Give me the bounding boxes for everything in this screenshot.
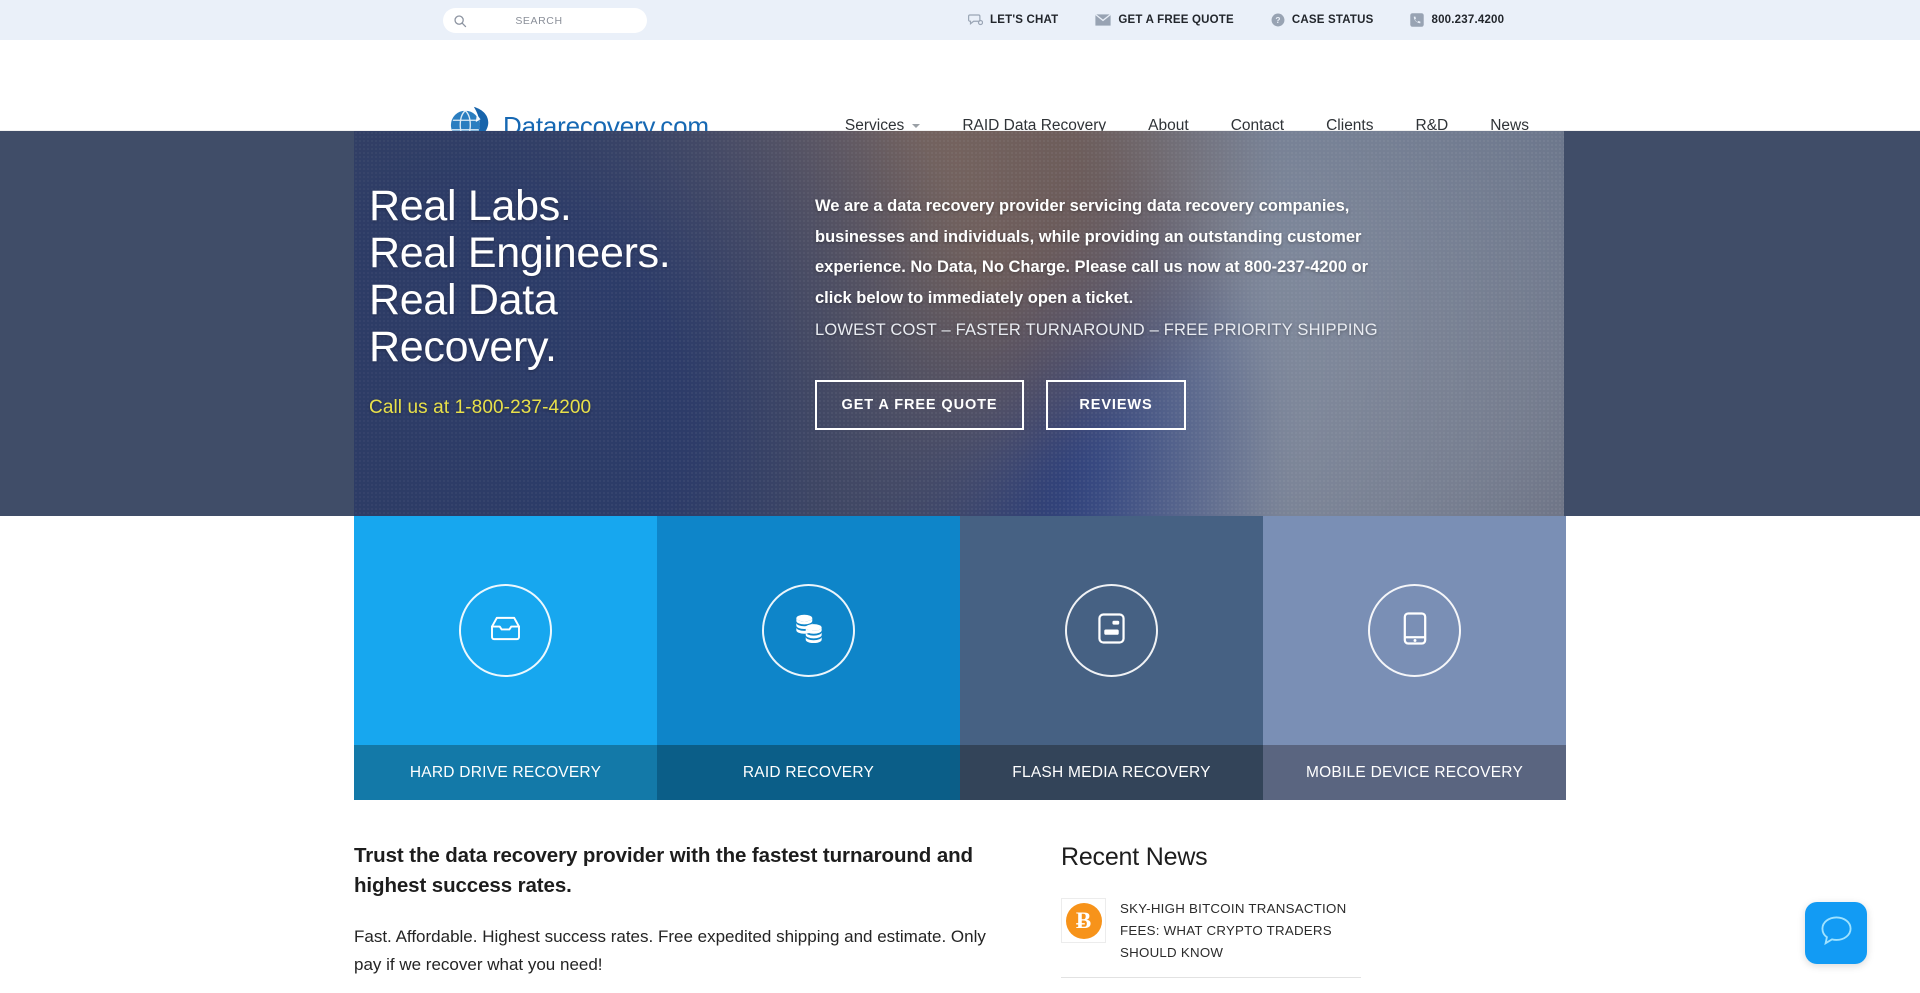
utility-link-case-status[interactable]: ? CASE STATUS — [1271, 13, 1374, 27]
hero-right-column: We are a data recovery provider servicin… — [815, 183, 1415, 430]
chevron-down-icon — [912, 124, 921, 128]
service-tile-mobile-device-recovery[interactable]: MOBILE DEVICE RECOVERY — [1263, 516, 1566, 800]
hero-title: Real Labs. Real Engineers. Real Data Rec… — [369, 183, 815, 371]
service-tiles-band: HARD DRIVE RECOVERY RAID RECOVERY FLASH … — [0, 516, 1920, 800]
phone-icon — [1410, 13, 1425, 27]
hero-button-group: GET A FREE QUOTE REVIEWS — [815, 380, 1415, 430]
icon-circle — [1065, 584, 1158, 677]
service-tile-label: MOBILE DEVICE RECOVERY — [1263, 745, 1566, 800]
get-a-free-quote-button[interactable]: GET A FREE QUOTE — [815, 380, 1024, 430]
service-tile-flash-media-recovery[interactable]: FLASH MEDIA RECOVERY — [960, 516, 1263, 800]
flash-card-icon — [1098, 612, 1125, 649]
hero-title-line: Real Data — [369, 276, 558, 324]
svg-text:?: ? — [1275, 15, 1280, 25]
hero-phone-line[interactable]: Call us at 1-800-237-4200 — [369, 397, 815, 419]
news-title: SKY-HIGH BITCOIN TRANSACTION FEES: WHAT … — [1120, 901, 1347, 960]
hero-title-line: Recovery. — [369, 323, 557, 371]
search-box[interactable] — [443, 8, 647, 33]
utility-link-label: CASE STATUS — [1291, 14, 1374, 26]
list-item[interactable]: Ƀ SKY-HIGH BITCOIN TRANSACTION FEES: WHA… — [1061, 898, 1361, 978]
chat-widget-button[interactable] — [1805, 902, 1867, 964]
hard-drive-tray-icon — [490, 615, 521, 647]
service-tile-label: FLASH MEDIA RECOVERY — [960, 745, 1263, 800]
icon-circle — [459, 584, 552, 677]
hero-banner: Real Labs. Real Engineers. Real Data Rec… — [0, 131, 1920, 516]
stacked-disks-icon — [793, 613, 825, 648]
utility-bar: LET'S CHAT GET A FREE QUOTE ? CASE STATU… — [0, 0, 1920, 40]
content-paragraph: Fast. Affordable. Highest success rates.… — [354, 927, 986, 974]
utility-links: LET'S CHAT GET A FREE QUOTE ? CASE STATU… — [968, 0, 1504, 40]
reviews-button[interactable]: REVIEWS — [1046, 380, 1186, 430]
service-tiles: HARD DRIVE RECOVERY RAID RECOVERY FLASH … — [354, 516, 1566, 800]
recent-news-heading: Recent News — [1061, 843, 1208, 871]
icon-circle — [1368, 584, 1461, 677]
hero-paragraph: We are a data recovery provider servicin… — [815, 197, 1368, 307]
hero-title-line: Real Engineers. — [369, 229, 671, 277]
utility-link-label: GET A FREE QUOTE — [1118, 14, 1234, 26]
chat-bubble-icon — [1819, 914, 1854, 952]
mobile-phone-icon — [1403, 611, 1427, 650]
service-tile-hard-drive-recovery[interactable]: HARD DRIVE RECOVERY — [354, 516, 657, 800]
hero-subline: LOWEST COST – FASTER TURNAROUND – FREE P… — [815, 321, 1378, 339]
recent-news-sidebar: Recent News Ƀ SKY-HIGH BITCOIN TRANSACTI… — [1061, 841, 1361, 979]
bitcoin-icon: Ƀ — [1065, 902, 1102, 939]
utility-link-lets-chat[interactable]: LET'S CHAT — [968, 13, 1058, 27]
news-thumbnail: Ƀ — [1061, 898, 1106, 943]
service-tile-raid-recovery[interactable]: RAID RECOVERY — [657, 516, 960, 800]
icon-circle — [762, 584, 855, 677]
service-tile-label: RAID RECOVERY — [657, 745, 960, 800]
envelope-icon — [1095, 14, 1112, 26]
utility-link-label: LET'S CHAT — [990, 14, 1059, 26]
content-heading: Trust the data recovery provider with th… — [354, 844, 973, 897]
hero-left-column: Real Labs. Real Engineers. Real Data Rec… — [365, 183, 815, 430]
content-area: Trust the data recovery provider with th… — [354, 800, 1566, 979]
utility-link-phone[interactable]: 800.237.4200 — [1410, 13, 1504, 27]
utility-link-label: 800.237.4200 — [1431, 14, 1505, 26]
site-header: Datarecovery.com Services RAID Data Reco… — [0, 40, 1920, 146]
content-main-column: Trust the data recovery provider with th… — [354, 841, 999, 979]
search-input[interactable] — [467, 14, 637, 27]
question-circle-icon: ? — [1271, 13, 1285, 27]
service-tile-label: HARD DRIVE RECOVERY — [354, 745, 657, 800]
chat-bubble-icon — [968, 13, 983, 27]
hero-title-line: Real Labs. — [369, 182, 572, 230]
search-icon — [453, 14, 467, 28]
utility-link-get-a-free-quote[interactable]: GET A FREE QUOTE — [1095, 14, 1234, 26]
